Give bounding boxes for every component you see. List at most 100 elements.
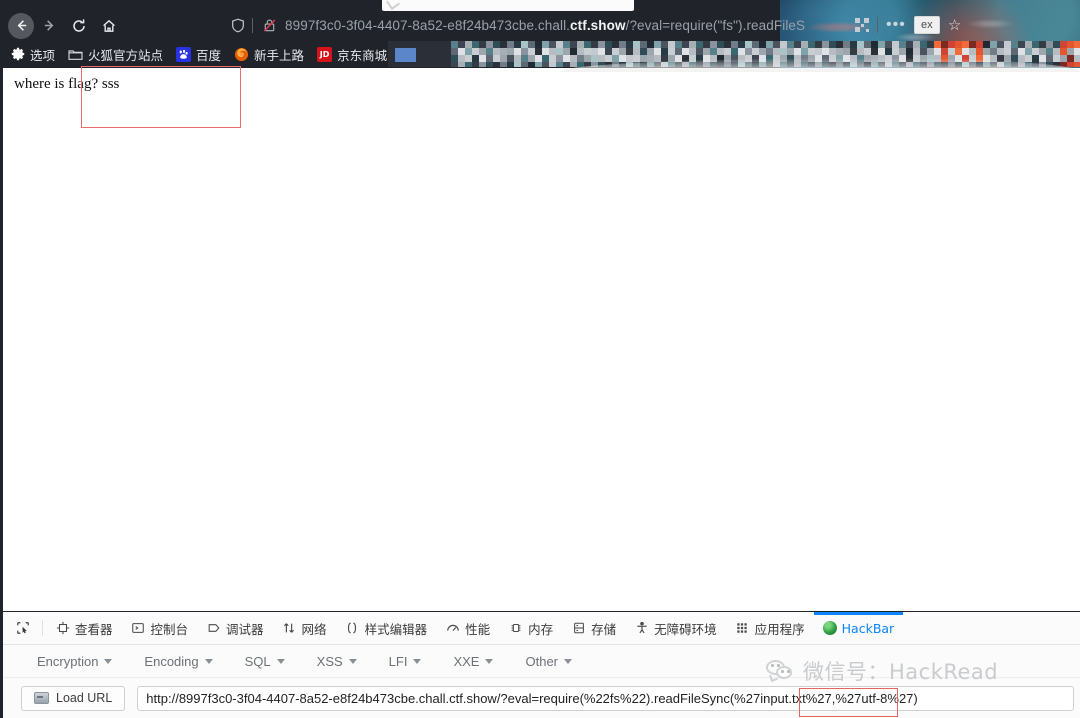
devtools-panel: 查看器 控制台 调试器 网络 样式编辑器 性能 内存 存储 无障碍环境 应用程序… xyxy=(0,611,1080,718)
url-host-prefix: 8997f3c0-3f04-4407-8a52-e8f24b473cbe.cha… xyxy=(285,17,571,33)
element-picker-icon[interactable] xyxy=(9,612,39,644)
reload-button[interactable] xyxy=(64,11,94,41)
bookmark-item-getting-started[interactable]: 新手上路 xyxy=(234,45,304,64)
bookmark-label: 选项 xyxy=(30,47,56,63)
tab-performance[interactable]: 性能 xyxy=(436,612,499,644)
chevron-down-icon xyxy=(485,658,494,664)
url-text[interactable]: 8997f3c0-3f04-4407-8a52-e8f24b473cbe.cha… xyxy=(285,18,805,33)
bookmark-star-icon[interactable]: ☆ xyxy=(948,16,961,34)
folder-icon xyxy=(68,47,83,62)
tab-inspector[interactable]: 查看器 xyxy=(46,612,122,644)
console-icon xyxy=(131,621,146,636)
chevron-down-icon xyxy=(104,658,113,664)
menu-label: Encryption xyxy=(37,653,99,669)
hackbar-url-row: Load URL http://8997f3c0-3f04-4407-8a52-… xyxy=(3,678,1080,718)
chevron-down-icon xyxy=(348,658,357,664)
menu-label: XSS xyxy=(316,653,343,669)
tab-label: 无障碍环境 xyxy=(654,621,717,637)
tabbar-divider xyxy=(42,620,43,636)
menu-label: Other xyxy=(525,653,558,669)
devtools-tabbar: 查看器 控制台 调试器 网络 样式编辑器 性能 内存 存储 无障碍环境 应用程序… xyxy=(3,612,1080,645)
menu-sql[interactable]: SQL xyxy=(229,654,301,669)
menu-encoding[interactable]: Encoding xyxy=(128,654,228,669)
bookmark-label: 京东商城 xyxy=(337,47,388,63)
menu-label: SQL xyxy=(244,653,271,669)
tab-hackbar[interactable]: HackBar xyxy=(813,612,904,644)
bookmark-item-firefox-official[interactable]: 火狐官方站点 xyxy=(68,45,163,64)
qr-code-icon[interactable] xyxy=(855,18,869,32)
menu-label: XXE xyxy=(453,653,480,669)
bookmark-item-options[interactable]: 选项 xyxy=(10,45,55,64)
tab-storage[interactable]: 存储 xyxy=(562,612,625,644)
overflow-menu-icon[interactable]: ••• xyxy=(886,17,906,33)
home-button[interactable] xyxy=(94,11,124,41)
shield-icon[interactable] xyxy=(228,15,248,35)
accessibility-icon xyxy=(634,621,649,636)
hackbar-icon xyxy=(822,621,837,635)
menu-lfi[interactable]: LFI xyxy=(373,654,438,669)
blocked-permission-icon[interactable] xyxy=(260,16,278,34)
tab-label: 内存 xyxy=(528,621,554,637)
hackbar-url-input[interactable]: http://8997f3c0-3f04-4407-8a52-e8f24b473… xyxy=(137,685,1074,711)
url-bar[interactable]: 8997f3c0-3f04-4407-8a52-e8f24b473cbe.cha… xyxy=(228,11,948,39)
page-viewport: where is flag? sss xyxy=(0,66,1080,611)
tab-application[interactable]: 应用程序 xyxy=(726,612,814,644)
inspector-icon xyxy=(55,621,70,636)
style-editor-icon xyxy=(345,621,360,636)
tab-label: 控制台 xyxy=(150,621,189,637)
debugger-icon xyxy=(206,621,221,636)
hackbar-menubar: Encryption Encoding SQL XSS LFI XXE Othe… xyxy=(3,645,1080,678)
menu-other[interactable]: Other xyxy=(509,654,588,669)
tab-accessibility[interactable]: 无障碍环境 xyxy=(625,612,726,644)
bookmark-label: 新手上路 xyxy=(254,47,305,63)
bookmark-item-baidu[interactable]: 百度 xyxy=(176,45,221,64)
memory-icon xyxy=(508,621,523,636)
url-path: /?eval=require("fs").readFileS xyxy=(625,17,806,33)
extension-icon[interactable]: ex xyxy=(913,16,940,34)
network-arrows-icon xyxy=(282,621,297,636)
tab-label: HackBar xyxy=(841,620,895,636)
menu-xxe[interactable]: XXE xyxy=(437,654,509,669)
load-url-label: Load URL xyxy=(56,691,113,705)
chevron-down-icon xyxy=(413,658,422,664)
tab-label: 样式编辑器 xyxy=(364,621,428,637)
url-bar-actions: ••• ex ☆ xyxy=(855,11,961,39)
menu-xss[interactable]: XSS xyxy=(301,654,373,669)
tab-console[interactable]: 控制台 xyxy=(122,612,198,644)
storage-icon xyxy=(571,621,586,636)
annotation-rectangle-page xyxy=(81,66,241,128)
load-url-icon xyxy=(34,692,49,704)
tab-label: 查看器 xyxy=(75,621,113,637)
toolbar-divider xyxy=(877,17,878,33)
bookmark-item-jd[interactable]: JD 京东商城 xyxy=(317,45,387,64)
chevron-down-icon xyxy=(204,658,213,664)
back-button[interactable] xyxy=(8,12,34,39)
bookmark-label: 火狐官方站点 xyxy=(88,47,164,63)
picker-cursor-icon xyxy=(15,621,30,636)
tab-strip-sliver xyxy=(382,0,634,11)
firefox-icon xyxy=(234,47,249,62)
application-grid-icon xyxy=(735,621,750,636)
chevron-down-icon xyxy=(276,658,285,664)
tab-label: 调试器 xyxy=(226,621,264,637)
baidu-paw-icon xyxy=(176,46,192,62)
chevron-down-icon xyxy=(564,658,572,664)
url-host-domain: ctf.show xyxy=(570,17,626,33)
load-url-button[interactable]: Load URL xyxy=(21,685,126,711)
jd-icon: JD xyxy=(317,46,333,62)
annotation-rectangle-url xyxy=(799,688,898,717)
tab-label: 网络 xyxy=(301,621,327,637)
bookmark-label: 百度 xyxy=(196,47,222,63)
tab-label: 存储 xyxy=(591,621,617,637)
forward-button[interactable] xyxy=(34,11,64,41)
tab-label: 应用程序 xyxy=(754,621,805,637)
gear-icon xyxy=(10,47,25,62)
menu-encryption[interactable]: Encryption xyxy=(21,654,128,669)
performance-gauge-icon xyxy=(445,621,460,636)
tab-debugger[interactable]: 调试器 xyxy=(197,612,273,644)
tab-network[interactable]: 网络 xyxy=(273,612,336,644)
tab-memory[interactable]: 内存 xyxy=(499,612,562,644)
menu-label: Encoding xyxy=(144,653,199,669)
menu-label: LFI xyxy=(388,653,408,669)
tab-style-editor[interactable]: 样式编辑器 xyxy=(336,612,437,644)
